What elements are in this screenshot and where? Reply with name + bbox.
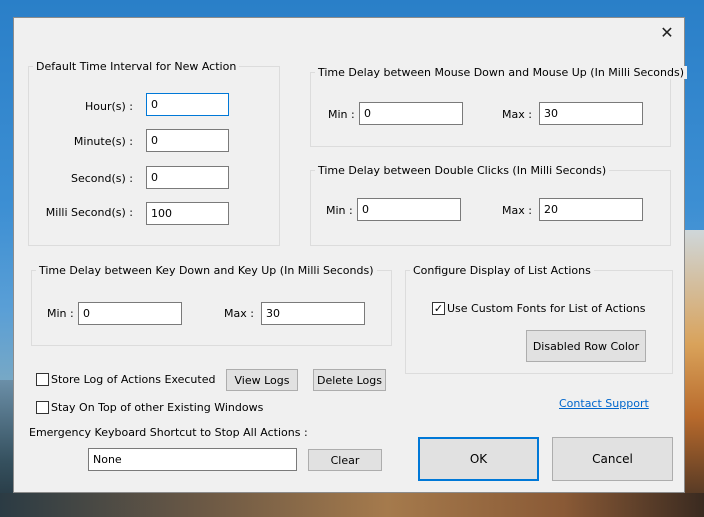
mouse-delay-title: Time Delay between Mouse Down and Mouse … xyxy=(315,66,688,79)
view-logs-button[interactable]: View Logs xyxy=(226,369,298,391)
key-delay-title: Time Delay between Key Down and Key Up (… xyxy=(36,264,377,277)
mouse-max-label: Max : xyxy=(502,108,532,121)
key-min-input[interactable] xyxy=(78,302,182,325)
dblclick-max-label: Max : xyxy=(502,204,532,217)
delete-logs-button[interactable]: Delete Logs xyxy=(313,369,386,391)
dblclick-min-label: Min : xyxy=(326,204,353,217)
minutes-input[interactable] xyxy=(146,129,229,152)
minutes-label: Minute(s) : xyxy=(73,135,133,148)
ms-label: Milli Second(s) : xyxy=(45,206,133,219)
seconds-label: Second(s) : xyxy=(71,172,133,185)
disabled-row-color-button[interactable]: Disabled Row Color xyxy=(526,330,646,362)
settings-dialog: ✕ Default Time Interval for New Action H… xyxy=(13,17,688,493)
double-click-delay-title: Time Delay between Double Clicks (In Mil… xyxy=(315,164,610,177)
custom-fonts-label: Use Custom Fonts for List of Actions xyxy=(447,302,646,315)
hours-label: Hour(s) : xyxy=(84,100,133,113)
key-max-input[interactable] xyxy=(261,302,365,325)
desktop-background-right xyxy=(684,230,704,517)
stay-on-top-checkbox[interactable] xyxy=(36,401,49,414)
cancel-button[interactable]: Cancel xyxy=(552,437,673,481)
dblclick-min-input[interactable] xyxy=(357,198,461,221)
list-display-title: Configure Display of List Actions xyxy=(410,264,594,277)
mouse-min-label: Min : xyxy=(328,108,355,121)
key-min-label: Min : xyxy=(47,307,74,320)
shortcut-input[interactable] xyxy=(88,448,297,471)
store-log-checkbox[interactable] xyxy=(36,373,49,386)
hours-input[interactable] xyxy=(146,93,229,116)
desktop-background-bottom xyxy=(0,493,704,517)
mouse-min-input[interactable] xyxy=(359,102,463,125)
close-icon[interactable]: ✕ xyxy=(656,22,678,44)
stay-on-top-label: Stay On Top of other Existing Windows xyxy=(51,401,264,414)
custom-fonts-checkbox[interactable]: ✓ xyxy=(432,302,445,315)
shortcut-label: Emergency Keyboard Shortcut to Stop All … xyxy=(29,426,308,439)
mouse-max-input[interactable] xyxy=(539,102,643,125)
store-log-label: Store Log of Actions Executed xyxy=(51,373,216,386)
ok-button[interactable]: OK xyxy=(418,437,539,481)
clear-shortcut-button[interactable]: Clear xyxy=(308,449,382,471)
contact-support-link[interactable]: Contact Support xyxy=(559,397,649,410)
seconds-input[interactable] xyxy=(146,166,229,189)
default-interval-title: Default Time Interval for New Action xyxy=(33,60,240,73)
dblclick-max-input[interactable] xyxy=(539,198,643,221)
ms-input[interactable] xyxy=(146,202,229,225)
key-max-label: Max : xyxy=(224,307,254,320)
